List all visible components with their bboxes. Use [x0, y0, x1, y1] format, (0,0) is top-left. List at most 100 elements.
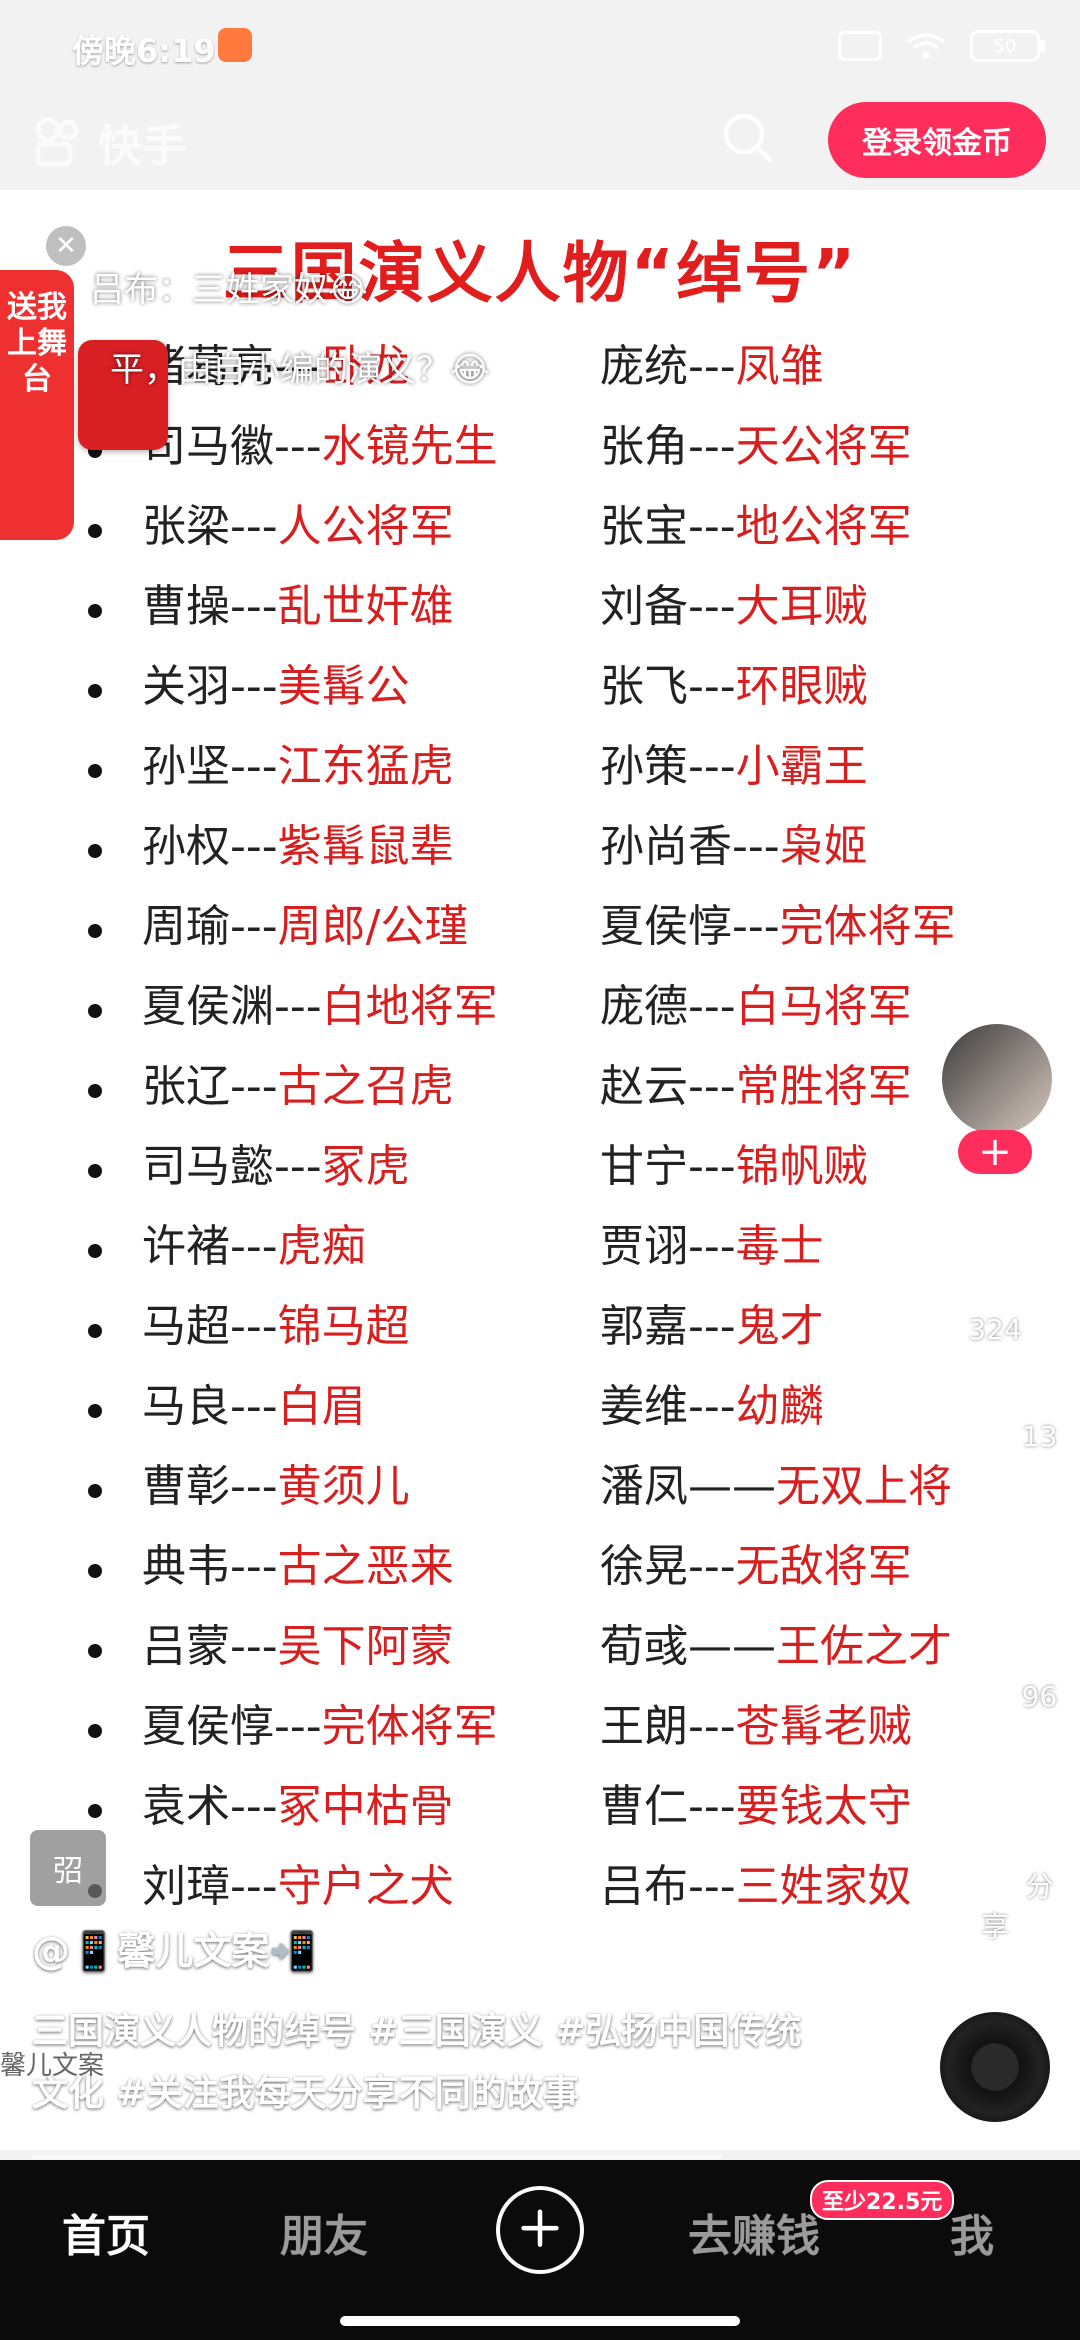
character-sep: ---	[230, 821, 278, 872]
character-name: 庞德	[600, 981, 688, 1032]
character-sep: ---	[688, 1541, 736, 1592]
character-name: 曹彰	[142, 1461, 230, 1512]
character-name: 潘凤	[600, 1461, 688, 1512]
character-title: 苍髯老贼	[735, 1701, 912, 1752]
character-title: 白地将军	[321, 981, 498, 1032]
tab-me[interactable]: 我	[950, 2200, 994, 2264]
character-sep: ---	[230, 1621, 278, 1672]
character-title: 白眉	[277, 1381, 366, 1432]
status-icons: 50	[838, 30, 1045, 62]
corner-badge[interactable]: 弨	[30, 1830, 106, 1906]
nickname-row: 关羽---美髯公 张飞---环眼贼	[0, 650, 1080, 730]
bullet-dot	[88, 1644, 102, 1658]
nickname-entry-right: 甘宁---锦帆贼	[600, 1130, 868, 1194]
comment-count: 13	[1021, 1420, 1058, 1453]
add-post-icon[interactable]	[496, 2186, 584, 2274]
nickname-entry-right: 吕布---三姓家奴	[600, 1850, 912, 1914]
character-sep: ---	[688, 581, 736, 632]
music-disc-icon[interactable]	[940, 2012, 1050, 2122]
bullet-dot	[88, 844, 102, 858]
nickname-entry-right: 庞统---凤雏	[600, 330, 824, 394]
character-sep: ---	[688, 421, 736, 472]
nickname-entry-right: 徐晃---无敌将军	[600, 1530, 912, 1594]
bullet-dot	[88, 1084, 102, 1098]
bullet-dot	[88, 684, 102, 698]
nickname-entry-right: 张角---天公将军	[600, 410, 912, 474]
bullet-dot	[88, 1164, 102, 1178]
nickname-entry-left: 曹操---乱世奸雄	[142, 570, 454, 634]
character-name: 关羽	[142, 661, 230, 712]
caption: @📱馨儿文案📲 三国演义人物的绰号 #三国演义 #弘扬中国传统文化 #关注我每天…	[32, 1920, 812, 2125]
character-name: 典韦	[142, 1541, 230, 1592]
bullet-dot	[88, 1564, 102, 1578]
character-name: 吕蒙	[142, 1621, 230, 1672]
collect-button[interactable]: 96	[930, 1620, 1060, 1713]
nickname-row: 张梁---人公将军 张宝---地公将军	[0, 490, 1080, 570]
bullet-dot	[88, 1724, 102, 1738]
close-icon[interactable]: ✕	[46, 226, 86, 266]
tab-friends[interactable]: 朋友	[280, 2200, 368, 2264]
character-name: 曹操	[142, 581, 230, 632]
nickname-entry-left: 刘璋---守户之犬	[142, 1850, 454, 1914]
character-name: 荀彧	[600, 1621, 688, 1672]
character-name: 孙策	[600, 741, 688, 792]
bullet-comment: 平，由自小编的演义？😂	[110, 350, 490, 390]
character-title: 天公将军	[735, 421, 912, 472]
comment-button[interactable]: 13	[930, 1360, 1060, 1453]
nickname-row: 孙权---紫髯鼠辈 孙尚香---枭姬	[0, 810, 1080, 890]
home-indicator	[340, 2316, 740, 2326]
login-coins-button[interactable]: 登录领金币	[828, 102, 1046, 178]
share-button[interactable]: 分享	[930, 1810, 1060, 1945]
character-title: 完体将军	[779, 901, 956, 952]
author-name[interactable]: @📱馨儿文案📲	[32, 1920, 812, 1975]
nickname-entry-left: 典韦---古之恶来	[142, 1530, 454, 1594]
tab-earn[interactable]: 去赚钱	[688, 2200, 820, 2264]
nickname-entry-left: 孙坚---江东猛虎	[142, 730, 454, 794]
nickname-entry-right: 潘凤——无双上将	[600, 1450, 952, 1514]
nickname-entry-left: 孙权---紫髯鼠辈	[142, 810, 454, 874]
nickname-row: 袁术---冢中枯骨 曹仁---要钱太守	[0, 1770, 1080, 1850]
character-sep: ---	[274, 981, 322, 1032]
character-title: 守户之犬	[277, 1861, 454, 1912]
character-sep: ---	[688, 661, 736, 712]
character-title: 锦马超	[277, 1301, 410, 1352]
tab-home[interactable]: 首页	[62, 2200, 150, 2264]
character-title: 吴下阿蒙	[277, 1621, 454, 1672]
nickname-entry-left: 吕蒙---吴下阿蒙	[142, 1610, 454, 1674]
character-sep: ---	[732, 901, 780, 952]
collect-count: 96	[1021, 1680, 1058, 1713]
character-sep: ---	[230, 1861, 278, 1912]
nickname-entry-right: 贾诩---毒士	[600, 1210, 824, 1274]
character-sep: ---	[688, 741, 736, 792]
nickname-entry-right: 张飞---环眼贼	[600, 650, 868, 714]
caption-text[interactable]: 三国演义人物的绰号 #三国演义 #弘扬中国传统文化 #关注我每天分享不同的故事	[32, 2001, 812, 2125]
character-name: 贾诩	[600, 1221, 688, 1272]
character-name: 马良	[142, 1381, 230, 1432]
character-name: 徐晃	[600, 1541, 688, 1592]
character-sep: ---	[688, 1061, 736, 1112]
character-title: 要钱太守	[735, 1781, 912, 1832]
top-bar: 快手 登录领金币	[0, 90, 1080, 190]
bullet-dot	[88, 1404, 102, 1418]
red-packet-banner[interactable]: 送我上舞台	[0, 270, 74, 540]
bullet-dot	[88, 924, 102, 938]
character-title: 无敌将军	[735, 1541, 912, 1592]
character-sep: ---	[688, 1381, 736, 1432]
video-progress-bar[interactable]	[32, 2155, 722, 2159]
status-time: 傍晚6:19	[72, 32, 216, 70]
character-title: 无双上将	[776, 1461, 952, 1512]
nickname-entry-left: 张梁---人公将军	[142, 490, 454, 554]
like-button[interactable]: 324	[930, 1220, 1060, 1346]
nickname-row: 张辽---古之召虎 赵云---常胜将军	[0, 1050, 1080, 1130]
character-name: 张辽	[142, 1061, 230, 1112]
search-icon[interactable]	[720, 110, 776, 166]
character-title: 王佐之才	[776, 1621, 952, 1672]
character-title: 周郎/公瑾	[277, 901, 469, 952]
earn-badge: 至少22.5元	[810, 2180, 955, 2220]
author-avatar[interactable]	[938, 1020, 1056, 1138]
bullet-dot	[88, 764, 102, 778]
nickname-entry-right: 郭嘉---鬼才	[600, 1290, 824, 1354]
video-player[interactable]: 三国演义人物“绰号” 诸葛亮---卧龙 庞统---凤雏 司马徽---水镜先生 张角--…	[0, 190, 1080, 2150]
bullet-dot	[88, 1804, 102, 1818]
follow-plus-button[interactable]: +	[958, 1129, 1032, 1175]
